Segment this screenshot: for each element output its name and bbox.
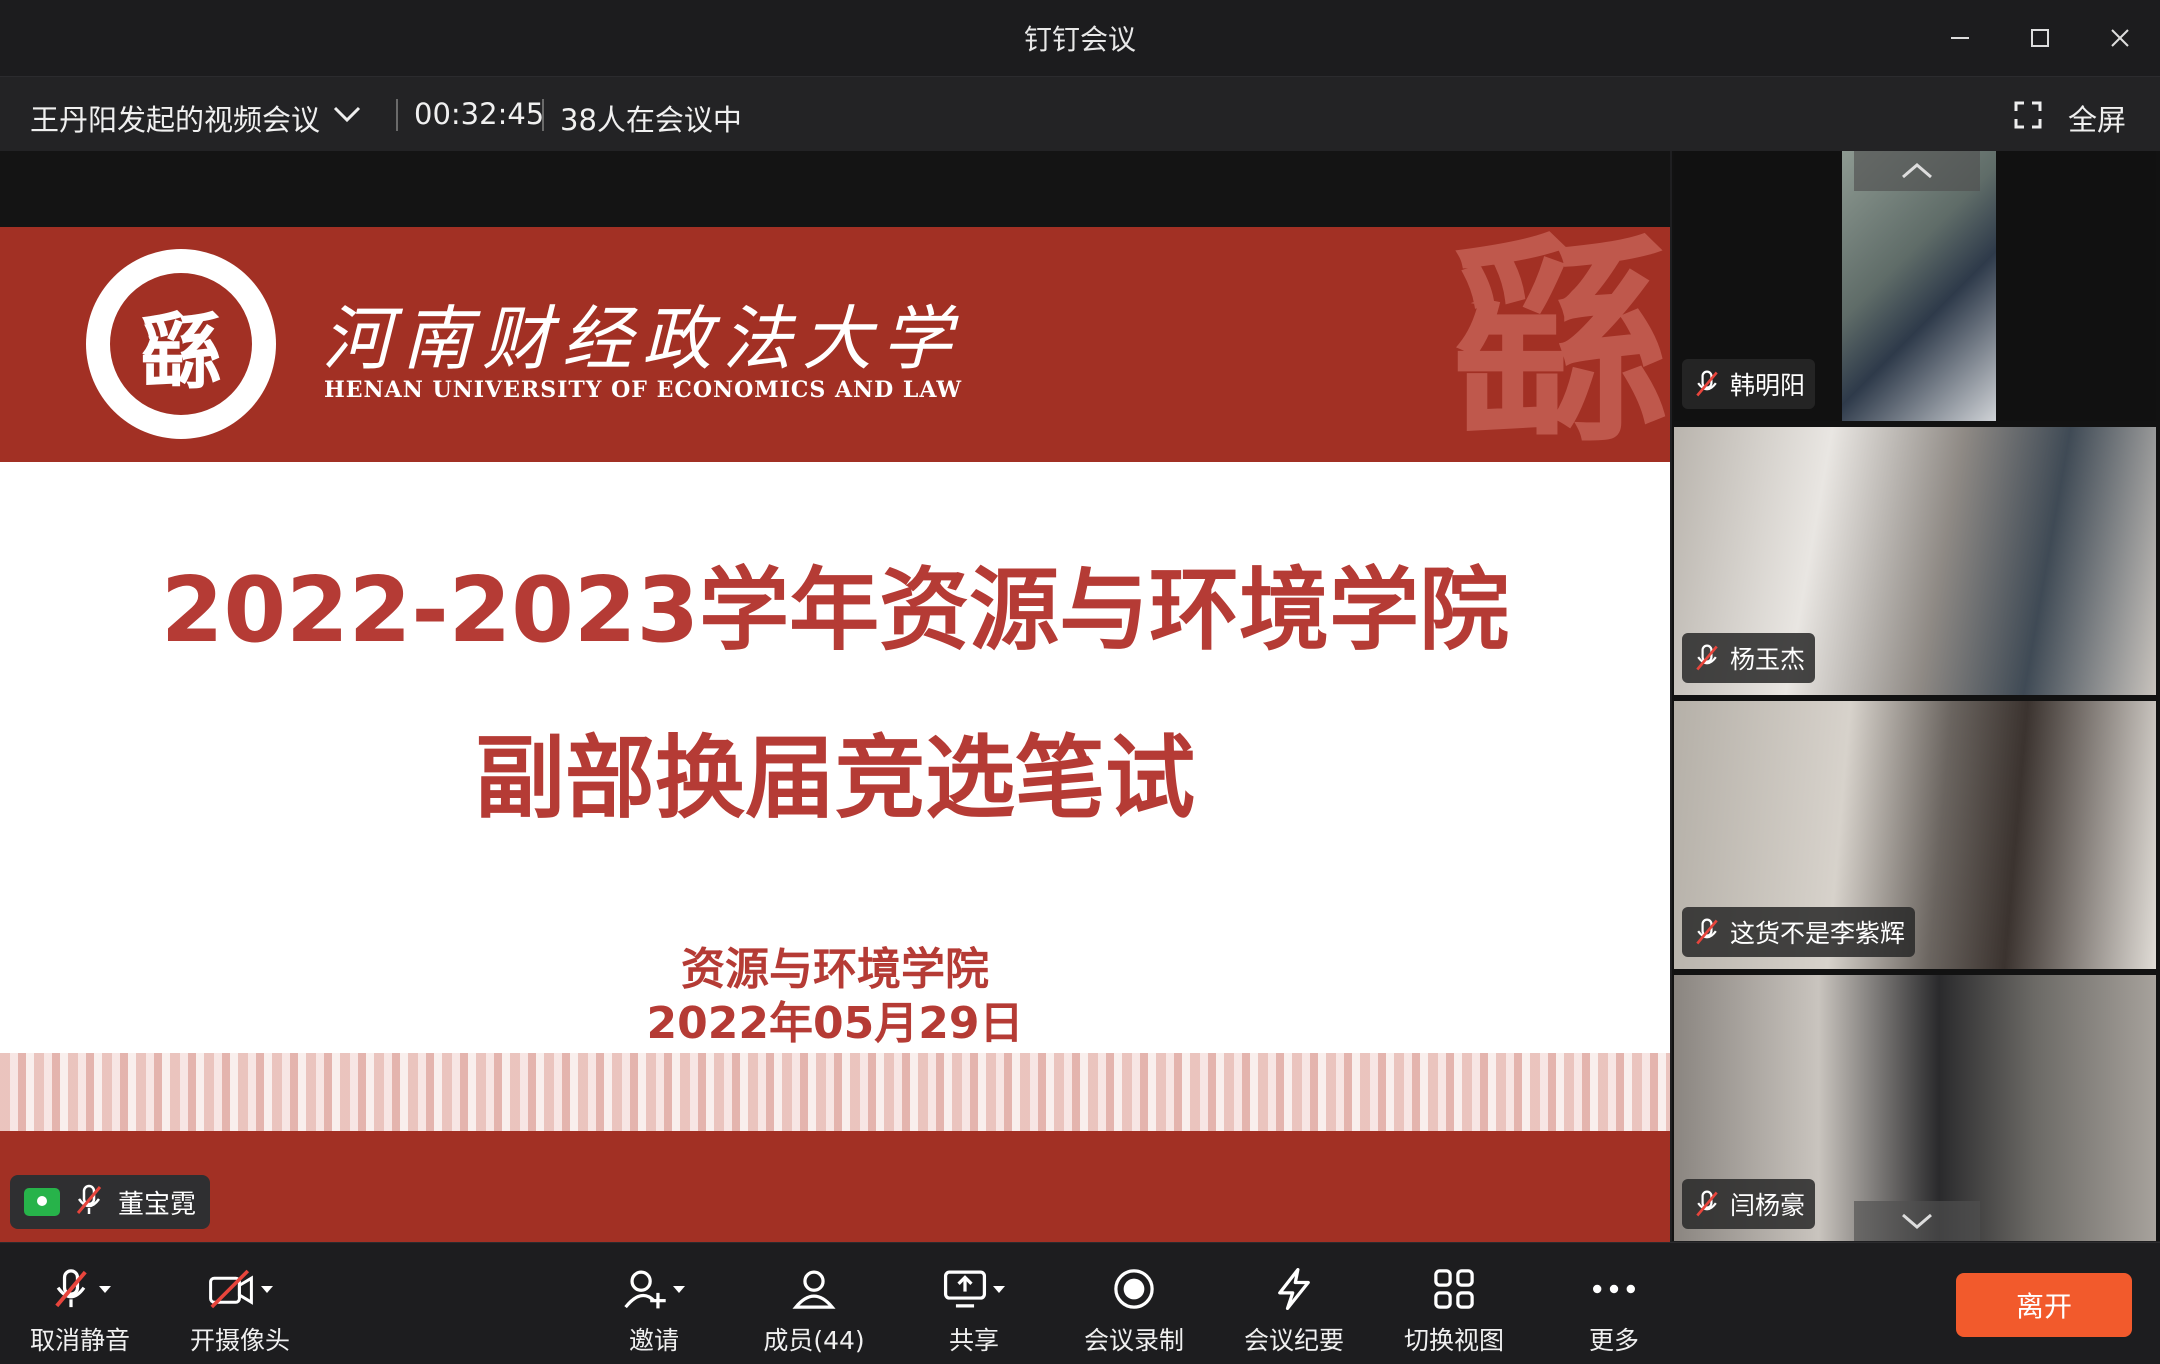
slide-header-band: 繇 河南财经政法大学 HENAN UNIVERSITY OF ECONOMICS… (0, 227, 1670, 462)
grid-icon (1434, 1269, 1474, 1309)
members-button[interactable]: 成员(44) (744, 1261, 884, 1361)
mic-muted-icon (1696, 1190, 1718, 1217)
meeting-notes-button[interactable]: 会议纪要 (1224, 1261, 1364, 1361)
meeting-duration: 00:32:45 (414, 97, 545, 131)
presenter-tag: 董宝霓 (10, 1175, 211, 1229)
minimize-icon[interactable] (1936, 14, 1984, 62)
more-icon (1593, 1284, 1635, 1294)
participant-count: 38人在会议中 (560, 103, 742, 137)
screen-share-icon (943, 1270, 987, 1308)
user-icon (792, 1270, 836, 1309)
screen-share-icon (24, 1188, 60, 1216)
participant-video (1842, 151, 1996, 421)
meeting-info-bar: 王丹阳发起的视频会议 00:32:45 38人在会议中 全屏 (0, 77, 2160, 151)
leave-button[interactable]: 离开 (1956, 1273, 2132, 1337)
more-button[interactable]: 更多 (1544, 1261, 1684, 1361)
participant-name: 闫杨豪 (1730, 1191, 1806, 1220)
switch-view-button[interactable]: 切换视图 (1384, 1261, 1524, 1361)
camera-button[interactable]: 开摄像头 (170, 1261, 310, 1361)
record-icon (1114, 1269, 1154, 1309)
presenter-name: 董宝霓 (118, 1189, 197, 1220)
emblem-watermark: 繇 (1449, 227, 1670, 471)
scroll-up-button[interactable] (1854, 151, 1980, 191)
mic-muted-icon (72, 1183, 106, 1221)
mic-muted-icon (1696, 370, 1718, 397)
participant-name: 这货不是李紫辉 (1730, 919, 1906, 948)
divider (542, 99, 544, 131)
video-tile[interactable]: 杨玉杰 (1674, 427, 2156, 695)
university-name-en: HENAN UNIVERSITY OF ECONOMICS AND LAW (324, 377, 963, 403)
close-icon[interactable] (2096, 14, 2144, 62)
participant-video-panel: 韩明阳 杨玉杰 这货不是李紫辉 闫杨豪 (1672, 151, 2160, 1241)
slide-date: 2022年05月29日 (646, 998, 1024, 1049)
participant-name: 韩明阳 (1730, 371, 1806, 400)
caret-down-icon[interactable] (673, 1285, 685, 1293)
shared-screen-stage: 繇 河南财经政法大学 HENAN UNIVERSITY OF ECONOMICS… (0, 151, 1670, 1311)
caret-down-icon[interactable] (993, 1285, 1005, 1293)
participant-name-tag: 这货不是李紫辉 (1682, 907, 1916, 957)
slide-pattern-band (0, 1053, 1670, 1131)
divider (396, 99, 398, 131)
university-seal-icon: 繇 (86, 249, 276, 439)
video-tile[interactable]: 韩明阳 (1674, 151, 2156, 421)
participant-name-tag: 闫杨豪 (1682, 1179, 1816, 1229)
video-tile[interactable]: 闫杨豪 (1674, 975, 2156, 1241)
switch-view-label: 切换视图 (1403, 1326, 1504, 1355)
chevron-down-icon[interactable] (332, 103, 362, 129)
unmute-button[interactable]: 取消静音 (10, 1261, 150, 1361)
participant-name-tag: 韩明阳 (1682, 359, 1816, 409)
university-name-cn: 河南财经政法大学 (322, 298, 962, 380)
add-user-icon (624, 1270, 666, 1309)
chevron-right-icon (1642, 830, 1658, 864)
share-button[interactable]: 共享 (904, 1261, 1044, 1361)
next-page-button[interactable] (1630, 783, 1670, 911)
more-label: 更多 (1588, 1326, 1639, 1355)
camera-label: 开摄像头 (189, 1326, 290, 1355)
seal-glyph: 繇 (139, 304, 222, 400)
presentation-slide: 繇 河南财经政法大学 HENAN UNIVERSITY OF ECONOMICS… (0, 227, 1670, 1311)
share-label: 共享 (948, 1326, 999, 1355)
caret-down-icon[interactable] (99, 1285, 111, 1293)
participant-name: 杨玉杰 (1730, 645, 1806, 674)
participant-name-tag: 杨玉杰 (1682, 633, 1816, 683)
members-label: 成员(44) (763, 1326, 865, 1355)
maximize-icon[interactable] (2016, 14, 2064, 62)
meeting-name[interactable]: 王丹阳发起的视频会议 (30, 97, 320, 139)
lightning-icon (1278, 1267, 1310, 1311)
slide-title-line2: 副部换届竞选笔试 (475, 726, 1195, 831)
camera-off-icon (209, 1269, 253, 1309)
unmute-label: 取消静音 (29, 1326, 130, 1355)
meeting-toolbar: 取消静音 开摄像头 邀请 成员(44) 共享 会议录制 会议纪要 切换视图 更多… (0, 1242, 2160, 1364)
meeting-notes-label: 会议纪要 (1243, 1326, 1344, 1355)
window-title: 钉钉会议 (1023, 23, 1136, 56)
invite-label: 邀请 (628, 1326, 679, 1355)
invite-button[interactable]: 邀请 (584, 1261, 724, 1361)
fullscreen-label[interactable]: 全屏 (2068, 97, 2126, 139)
mic-muted-icon (1696, 644, 1718, 671)
record-button[interactable]: 会议录制 (1064, 1261, 1204, 1361)
title-bar: 钉钉会议 (0, 0, 2160, 77)
fullscreen-icon[interactable] (2014, 101, 2042, 133)
video-tile[interactable]: 这货不是李紫辉 (1674, 701, 2156, 969)
chevron-up-icon (1902, 163, 1932, 179)
scroll-down-button[interactable] (1854, 1201, 1980, 1241)
mic-muted-icon (1696, 918, 1718, 945)
slide-title-line1: 2022-2023学年资源与环境学院 (160, 558, 1510, 663)
chevron-down-icon (1902, 1213, 1932, 1229)
caret-down-icon[interactable] (261, 1285, 273, 1293)
record-label: 会议录制 (1083, 1326, 1184, 1355)
mic-muted-icon (55, 1269, 87, 1308)
